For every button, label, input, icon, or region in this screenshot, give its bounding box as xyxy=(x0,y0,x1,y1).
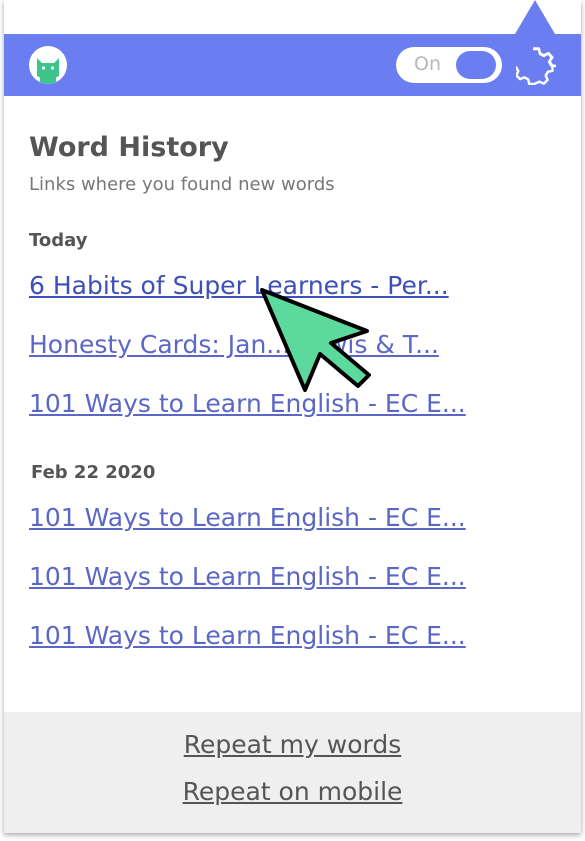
toggle-label: On xyxy=(414,53,441,75)
page-subtitle: Links where you found new words xyxy=(29,174,335,195)
repeat-mobile-link[interactable]: Repeat on mobile xyxy=(4,777,581,806)
history-link[interactable]: 101 Ways to Learn English - EC E... xyxy=(29,502,509,534)
repeat-words-link[interactable]: Repeat my words xyxy=(4,730,581,759)
history-link[interactable]: 101 Ways to Learn English - EC E... xyxy=(29,388,509,420)
history-link[interactable]: 101 Ways to Learn English - EC E... xyxy=(29,620,509,652)
header-bar: On xyxy=(4,34,581,96)
group-date-feb-22: Feb 22 2020 xyxy=(31,462,156,483)
popup-caret xyxy=(515,0,555,34)
history-link[interactable]: 101 Ways to Learn English - EC E... xyxy=(29,561,509,593)
cat-mascot-icon xyxy=(29,46,67,84)
group-date-today: Today xyxy=(29,230,88,251)
toggle-knob[interactable] xyxy=(456,51,496,79)
history-link[interactable]: Honesty Cards: Jan... Lewis & T... xyxy=(29,329,509,361)
page-title: Word History xyxy=(29,132,229,163)
history-link[interactable]: 6 Habits of Super Learners - Per... xyxy=(29,270,509,302)
word-history-popup: On Word History Links where you found ne… xyxy=(4,0,581,833)
gear-icon[interactable] xyxy=(515,45,557,86)
footer: Repeat my words Repeat on mobile xyxy=(4,712,581,833)
extension-toggle[interactable]: On xyxy=(396,47,502,83)
